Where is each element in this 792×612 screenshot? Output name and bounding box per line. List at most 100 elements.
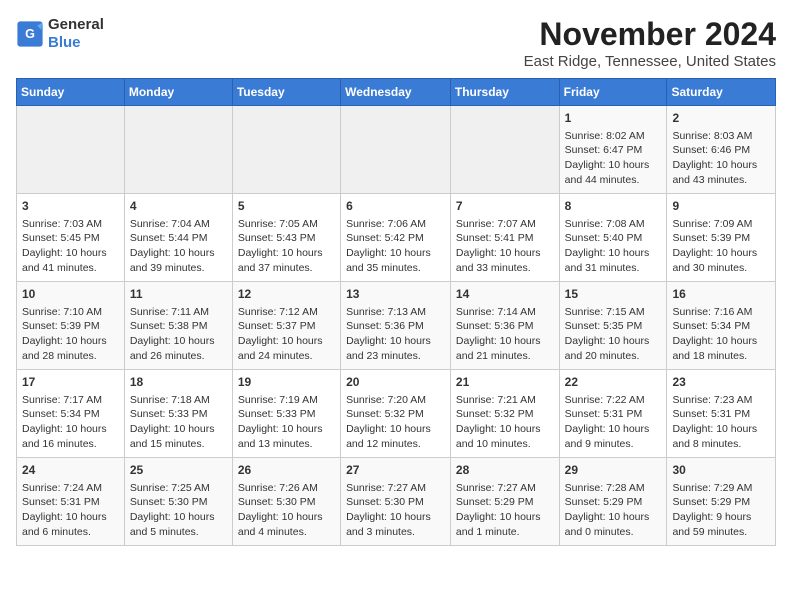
calendar-cell: 16 Sunrise: 7:16 AM Sunset: 5:34 PM Dayli… <box>667 282 776 370</box>
day-number: 1 <box>565 110 662 127</box>
day-header-wednesday: Wednesday <box>341 79 451 106</box>
day-number: 4 <box>130 198 227 215</box>
day-info: Sunrise: 7:15 AM Sunset: 5:35 PM Dayligh… <box>565 305 662 364</box>
day-info: Sunrise: 7:20 AM Sunset: 5:32 PM Dayligh… <box>346 393 445 452</box>
calendar-cell: 11 Sunrise: 7:11 AM Sunset: 5:38 PM Dayli… <box>124 282 232 370</box>
calendar-cell: 24 Sunrise: 7:24 AM Sunset: 5:31 PM Dayli… <box>17 458 125 546</box>
day-info: Sunrise: 7:17 AM Sunset: 5:34 PM Dayligh… <box>22 393 119 452</box>
calendar-cell: 9 Sunrise: 7:09 AM Sunset: 5:39 PM Daylig… <box>667 194 776 282</box>
day-number: 21 <box>456 374 554 391</box>
day-info: Sunrise: 7:12 AM Sunset: 5:37 PM Dayligh… <box>238 305 335 364</box>
day-number: 9 <box>672 198 770 215</box>
day-info: Sunrise: 7:24 AM Sunset: 5:31 PM Dayligh… <box>22 481 119 540</box>
logo-blue: Blue <box>48 34 81 51</box>
week-row: 10 Sunrise: 7:10 AM Sunset: 5:39 PM Dayli… <box>17 282 776 370</box>
calendar-cell: 7 Sunrise: 7:07 AM Sunset: 5:41 PM Daylig… <box>450 194 559 282</box>
day-info: Sunrise: 7:10 AM Sunset: 5:39 PM Dayligh… <box>22 305 119 364</box>
calendar-cell: 14 Sunrise: 7:14 AM Sunset: 5:36 PM Dayli… <box>450 282 559 370</box>
calendar-cell: 19 Sunrise: 7:19 AM Sunset: 5:33 PM Dayli… <box>232 370 340 458</box>
day-info: Sunrise: 7:13 AM Sunset: 5:36 PM Dayligh… <box>346 305 445 364</box>
calendar-cell: 4Sunrise: 7:04 AM Sunset: 5:44 PM Daylig… <box>124 194 232 282</box>
calendar-cell <box>450 106 559 194</box>
day-info: Sunrise: 7:29 AM Sunset: 5:29 PM Dayligh… <box>672 481 770 540</box>
calendar-cell <box>232 106 340 194</box>
calendar-cell: 20 Sunrise: 7:20 AM Sunset: 5:32 PM Dayli… <box>341 370 451 458</box>
day-info: Sunrise: 7:11 AM Sunset: 5:38 PM Dayligh… <box>130 305 227 364</box>
day-info: Sunrise: 7:25 AM Sunset: 5:30 PM Dayligh… <box>130 481 227 540</box>
day-number: 18 <box>130 374 227 391</box>
day-number: 13 <box>346 286 445 303</box>
day-number: 30 <box>672 462 770 479</box>
day-info: Sunrise: 7:08 AM Sunset: 5:40 PM Dayligh… <box>565 217 662 276</box>
day-number: 14 <box>456 286 554 303</box>
day-number: 22 <box>565 374 662 391</box>
day-header-monday: Monday <box>124 79 232 106</box>
day-number: 7 <box>456 198 554 215</box>
day-info: Sunrise: 7:09 AM Sunset: 5:39 PM Dayligh… <box>672 217 770 276</box>
day-number: 10 <box>22 286 119 303</box>
day-info: Sunrise: 7:27 AM Sunset: 5:29 PM Dayligh… <box>456 481 554 540</box>
day-info: Sunrise: 7:14 AM Sunset: 5:36 PM Dayligh… <box>456 305 554 364</box>
week-row: 1 Sunrise: 8:02 AM Sunset: 6:47 PM Daylig… <box>17 106 776 194</box>
day-info: Sunrise: 7:06 AM Sunset: 5:42 PM Dayligh… <box>346 217 445 276</box>
day-info: Sunrise: 7:16 AM Sunset: 5:34 PM Dayligh… <box>672 305 770 364</box>
day-number: 2 <box>672 110 770 127</box>
logo-text: General Blue <box>48 16 104 52</box>
day-number: 12 <box>238 286 335 303</box>
days-header-row: SundayMondayTuesdayWednesdayThursdayFrid… <box>17 79 776 106</box>
day-number: 3 <box>22 198 119 215</box>
calendar-cell: 1 Sunrise: 8:02 AM Sunset: 6:47 PM Daylig… <box>559 106 667 194</box>
day-number: 24 <box>22 462 119 479</box>
day-number: 26 <box>238 462 335 479</box>
calendar-cell: 25 Sunrise: 7:25 AM Sunset: 5:30 PM Dayli… <box>124 458 232 546</box>
day-info: Sunrise: 7:05 AM Sunset: 5:43 PM Dayligh… <box>238 217 335 276</box>
calendar-cell: 2Sunrise: 8:03 AM Sunset: 6:46 PM Daylig… <box>667 106 776 194</box>
day-header-thursday: Thursday <box>450 79 559 106</box>
page-header: G General Blue November 2024 East Ridge,… <box>16 16 776 70</box>
day-number: 27 <box>346 462 445 479</box>
title-block: November 2024 East Ridge, Tennessee, Uni… <box>524 16 776 70</box>
calendar-cell: 27Sunrise: 7:27 AM Sunset: 5:30 PM Dayli… <box>341 458 451 546</box>
calendar-table: SundayMondayTuesdayWednesdayThursdayFrid… <box>16 78 776 546</box>
day-header-saturday: Saturday <box>667 79 776 106</box>
day-info: Sunrise: 7:21 AM Sunset: 5:32 PM Dayligh… <box>456 393 554 452</box>
day-number: 5 <box>238 198 335 215</box>
calendar-cell: 28Sunrise: 7:27 AM Sunset: 5:29 PM Dayli… <box>450 458 559 546</box>
day-header-friday: Friday <box>559 79 667 106</box>
calendar-cell: 22 Sunrise: 7:22 AM Sunset: 5:31 PM Dayli… <box>559 370 667 458</box>
day-number: 20 <box>346 374 445 391</box>
day-number: 29 <box>565 462 662 479</box>
calendar-cell: 26 Sunrise: 7:26 AM Sunset: 5:30 PM Dayli… <box>232 458 340 546</box>
day-number: 15 <box>565 286 662 303</box>
calendar-cell: 3 Sunrise: 7:03 AM Sunset: 5:45 PM Daylig… <box>17 194 125 282</box>
day-number: 19 <box>238 374 335 391</box>
day-number: 16 <box>672 286 770 303</box>
day-info: Sunrise: 7:26 AM Sunset: 5:30 PM Dayligh… <box>238 481 335 540</box>
calendar-cell <box>124 106 232 194</box>
day-number: 25 <box>130 462 227 479</box>
calendar-cell: 8Sunrise: 7:08 AM Sunset: 5:40 PM Daylig… <box>559 194 667 282</box>
calendar-cell: 23Sunrise: 7:23 AM Sunset: 5:31 PM Dayli… <box>667 370 776 458</box>
day-info: Sunrise: 7:22 AM Sunset: 5:31 PM Dayligh… <box>565 393 662 452</box>
week-row: 24 Sunrise: 7:24 AM Sunset: 5:31 PM Dayli… <box>17 458 776 546</box>
logo: G General Blue <box>16 16 104 52</box>
day-info: Sunrise: 7:07 AM Sunset: 5:41 PM Dayligh… <box>456 217 554 276</box>
day-number: 6 <box>346 198 445 215</box>
calendar-cell: 13 Sunrise: 7:13 AM Sunset: 5:36 PM Dayli… <box>341 282 451 370</box>
calendar-cell: 6 Sunrise: 7:06 AM Sunset: 5:42 PM Daylig… <box>341 194 451 282</box>
day-info: Sunrise: 7:03 AM Sunset: 5:45 PM Dayligh… <box>22 217 119 276</box>
day-info: Sunrise: 7:18 AM Sunset: 5:33 PM Dayligh… <box>130 393 227 452</box>
day-number: 23 <box>672 374 770 391</box>
day-number: 11 <box>130 286 227 303</box>
logo-icon: G <box>16 20 44 48</box>
calendar-cell: 30 Sunrise: 7:29 AM Sunset: 5:29 PM Dayli… <box>667 458 776 546</box>
calendar-cell: 10 Sunrise: 7:10 AM Sunset: 5:39 PM Dayli… <box>17 282 125 370</box>
calendar-cell <box>17 106 125 194</box>
calendar-cell: 15 Sunrise: 7:15 AM Sunset: 5:35 PM Dayli… <box>559 282 667 370</box>
day-info: Sunrise: 7:28 AM Sunset: 5:29 PM Dayligh… <box>565 481 662 540</box>
day-info: Sunrise: 8:02 AM Sunset: 6:47 PM Dayligh… <box>565 129 662 188</box>
day-info: Sunrise: 7:19 AM Sunset: 5:33 PM Dayligh… <box>238 393 335 452</box>
location: East Ridge, Tennessee, United States <box>524 53 776 70</box>
calendar-cell: 5 Sunrise: 7:05 AM Sunset: 5:43 PM Daylig… <box>232 194 340 282</box>
logo-general: General <box>48 16 104 33</box>
